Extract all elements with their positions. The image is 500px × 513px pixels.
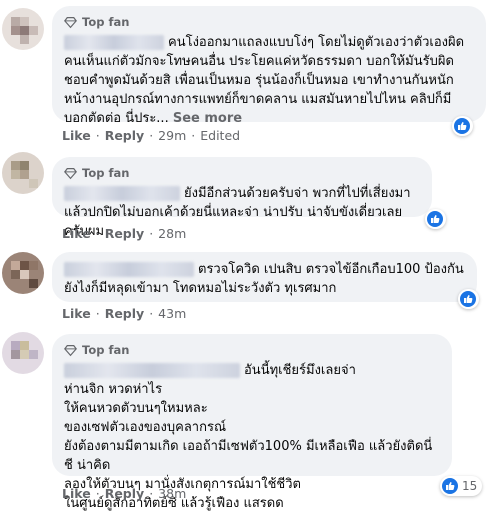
avatar[interactable] [2,332,44,374]
diamond-icon [64,344,77,356]
like-button[interactable]: Like [62,128,91,143]
diamond-icon [64,16,77,28]
comment-bubble: Top fan ยังมีอีกส่วนด้วยครับจ่า พวกที่ไป… [52,157,432,239]
thumbs-up-icon [454,118,470,134]
like-button[interactable]: Like [62,226,91,241]
comment-text: ตรวจโควิด เปนสิบ ตรวจไข้อีกเกือบ100 ป้อง… [64,260,465,298]
like-button[interactable]: Like [62,486,91,501]
comment-text: คนโง่ออกมาแถลงแบบโง่ๆ โดยไม่ดูตัวเองว่าต… [64,33,474,128]
like-button[interactable]: Like [62,306,91,321]
comment-actions: Like · Reply · 38m [62,486,187,501]
thumbs-up-icon [442,478,458,494]
avatar[interactable] [2,252,44,294]
reaction-number: 15 [462,479,478,493]
reply-button[interactable]: Reply [105,128,144,143]
comment-first-line: อันนี้ทุเชียร์มึงเลยจ่า [244,363,356,378]
edited-label: Edited [200,128,241,143]
timestamp[interactable]: 29m [158,128,186,143]
comment-actions: Like · Reply · 28m [62,226,187,241]
top-fan-badge: Top fan [64,342,440,358]
avatar[interactable] [2,152,44,194]
badge-label: Top fan [82,343,130,357]
timestamp[interactable]: 28m [158,226,186,241]
thumbs-up-icon [427,211,443,227]
badge-label: Top fan [82,15,130,29]
comment-bubble: Top fan อันนี้ทุเชียร์มึงเลยจ่า ห่านจิก … [52,334,452,511]
reaction-count[interactable] [425,209,446,229]
commenter-name[interactable] [64,363,240,378]
see-more-link[interactable]: See more [173,111,242,126]
commenter-name[interactable] [64,262,194,277]
reply-button[interactable]: Reply [105,486,144,501]
avatar[interactable] [2,8,44,50]
timestamp[interactable]: 38m [158,486,186,501]
comment-actions: Like · Reply · 43m [62,306,187,321]
badge-label: Top fan [82,166,130,180]
top-fan-badge: Top fan [64,14,474,30]
thumbs-up-icon [460,291,476,307]
comment-bubble: ตรวจโควิด เปนสิบ ตรวจไข้อีกเกือบ100 ป้อง… [52,252,477,302]
commenter-name[interactable] [64,35,164,50]
reaction-count[interactable]: 15 [440,476,483,496]
reply-button[interactable]: Reply [105,226,144,241]
top-fan-badge: Top fan [64,165,420,181]
reply-button[interactable]: Reply [105,306,144,321]
timestamp[interactable]: 43m [158,306,186,321]
commenter-name[interactable] [64,186,180,201]
diamond-icon [64,167,77,179]
comment-actions: Like · Reply · 29m · Edited [62,128,241,143]
reaction-count[interactable] [452,116,473,136]
reaction-count[interactable] [458,289,479,309]
comment-bubble: Top fan คนโง่ออกมาแถลงแบบโง่ๆ โดยไม่ดูตั… [52,6,486,126]
